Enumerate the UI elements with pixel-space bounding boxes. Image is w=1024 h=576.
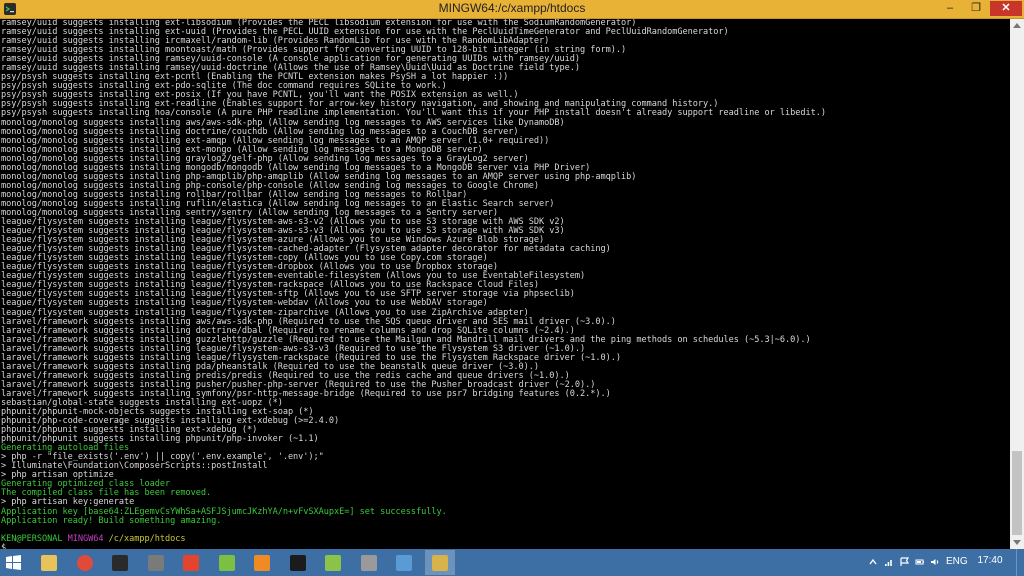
terminal-line: Application ready! Build something amazi… [1,515,222,526]
chrome-icon [76,554,93,571]
android-icon [325,554,341,571]
prompt-user-host: KEN@PERSONAL [1,533,63,544]
taskbar: ENG 17:40 [0,549,1024,576]
terminal-icon [112,554,128,571]
volume-icon[interactable] [930,557,940,567]
windows-start-icon[interactable] [6,555,21,570]
notepad-icon [396,554,412,571]
git-bash-icon [147,554,164,571]
language-indicator[interactable]: ENG [946,556,968,567]
taskbar-app[interactable] [176,550,206,575]
taskbar-app[interactable] [283,550,313,575]
xampp-icon [254,554,270,571]
close-button[interactable]: ✕ [990,1,1022,16]
taskbar-app[interactable] [424,550,455,575]
taskbar-app[interactable] [70,550,100,575]
mingw-icon [431,554,448,571]
minimize-button[interactable]: – [938,1,962,16]
window-title: MINGW64:/c/xampp/htdocs [438,1,586,15]
terminal-line: The compiled class file has been removed… [1,488,212,499]
flag-icon[interactable] [900,557,910,567]
network-icon[interactable] [884,557,894,567]
taskbar-app[interactable] [105,550,135,575]
taskbar-app[interactable] [389,550,419,575]
tray-chevron-icon[interactable] [868,557,878,567]
scroll-down-arrow-icon[interactable] [1013,540,1021,545]
title-bar: MINGW64:/c/xampp/htdocs – ❐ ✕ [0,0,1024,19]
taskbar-app[interactable] [212,550,242,575]
maximize-button[interactable]: ❐ [964,1,988,16]
vlc-icon [183,554,199,571]
scroll-thumb[interactable] [1012,451,1022,535]
taskbar-app[interactable] [354,550,384,575]
clock[interactable]: 17:40 [975,555,1005,566]
prompt-path: /c/xampp/htdocs [108,533,186,544]
scroll-up-arrow-icon[interactable] [1013,23,1021,28]
vertical-scrollbar[interactable] [1010,19,1024,549]
taskbar-app[interactable] [34,550,64,575]
show-desktop-button[interactable] [1016,549,1024,576]
file-explorer-icon [41,554,57,571]
taskbar-app[interactable] [247,550,277,575]
github-icon [289,554,306,571]
terminal-output[interactable]: ramsey/uuid suggests installing ext-libs… [1,19,1009,549]
app-icon [218,554,235,571]
terminal-line: phpunit/phpunit suggests installing phpu… [1,434,319,445]
settings-icon [360,554,377,571]
prompt-env: MINGW64 [67,533,104,544]
prompt-line: KEN@PERSONAL MINGW64 /c/xampp/htdocs [1,533,1009,544]
battery-icon[interactable] [915,557,925,567]
terminal-line: > Illuminate\Foundation\ComposerScripts:… [1,461,268,472]
taskbar-app[interactable] [141,550,171,575]
taskbar-app[interactable] [318,550,348,575]
